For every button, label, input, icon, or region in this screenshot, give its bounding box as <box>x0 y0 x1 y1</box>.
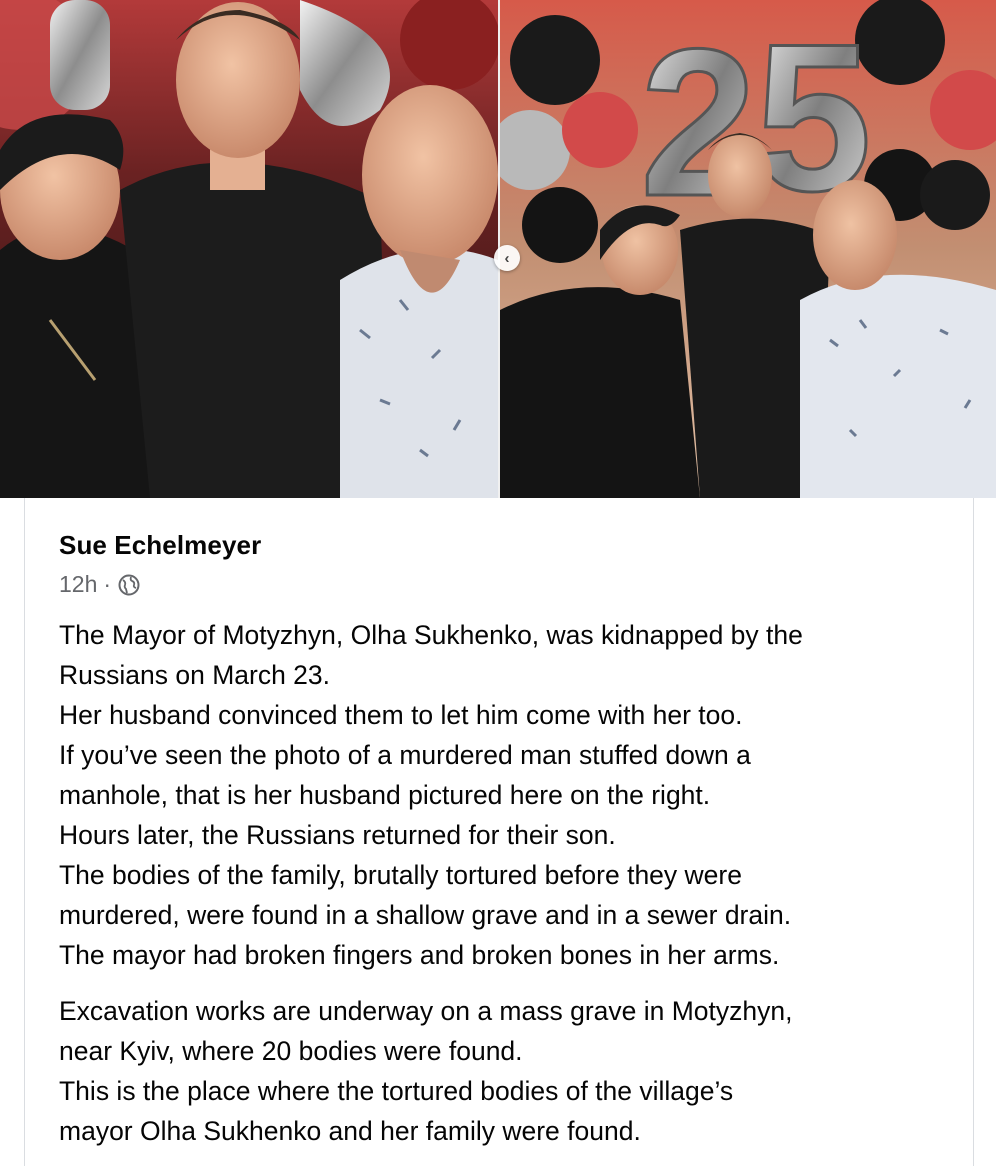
post-text-line: Russians on March 23. <box>59 660 331 690</box>
post-photo-left[interactable] <box>0 0 498 498</box>
photo-gallery[interactable]: 2 5 ‹ <box>0 0 996 498</box>
chevron-left-icon: ‹ <box>504 249 510 267</box>
previous-photo-button[interactable]: ‹ <box>494 245 520 271</box>
globe-icon[interactable] <box>117 573 141 597</box>
post-text-line: The Mayor of Motyzhyn, Olha Sukhenko, wa… <box>59 620 803 650</box>
post-paragraph-2: Excavation works are underway on a mass … <box>59 991 959 1151</box>
post-text-line: manhole, that is her husband pictured he… <box>59 780 711 810</box>
post-screenshot: 2 5 ‹ Sue Echelmeyer 12h · The Mayor of … <box>0 0 996 1166</box>
post-text-line: This is the place where the tortured bod… <box>59 1076 734 1106</box>
post-card: Sue Echelmeyer 12h · The Mayor of Motyzh… <box>24 498 974 1166</box>
post-text-line: If you’ve seen the photo of a murdered m… <box>59 740 751 770</box>
post-text-line: murdered, were found in a shallow grave … <box>59 900 792 930</box>
post-text-line: near Kyiv, where 20 bodies were found. <box>59 1036 523 1066</box>
post-paragraph-1: The Mayor of Motyzhyn, Olha Sukhenko, wa… <box>59 615 959 975</box>
post-text-line: Her husband convinced them to let him co… <box>59 700 743 730</box>
post-text-line: The bodies of the family, brutally tortu… <box>59 860 742 890</box>
post-author-name[interactable]: Sue Echelmeyer <box>59 530 261 561</box>
meta-separator: · <box>103 571 112 597</box>
post-text-line: mayor Olha Sukhenko and her family were … <box>59 1116 641 1146</box>
post-photo-right[interactable]: 2 5 <box>500 0 996 498</box>
post-text-line: The mayor had broken fingers and broken … <box>59 940 780 970</box>
post-text: The Mayor of Motyzhyn, Olha Sukhenko, wa… <box>59 615 959 1151</box>
post-text-line: Excavation works are underway on a mass … <box>59 996 793 1026</box>
post-meta: 12h · <box>59 571 141 598</box>
post-text-line: Hours later, the Russians returned for t… <box>59 820 616 850</box>
post-timestamp[interactable]: 12h <box>59 571 97 598</box>
